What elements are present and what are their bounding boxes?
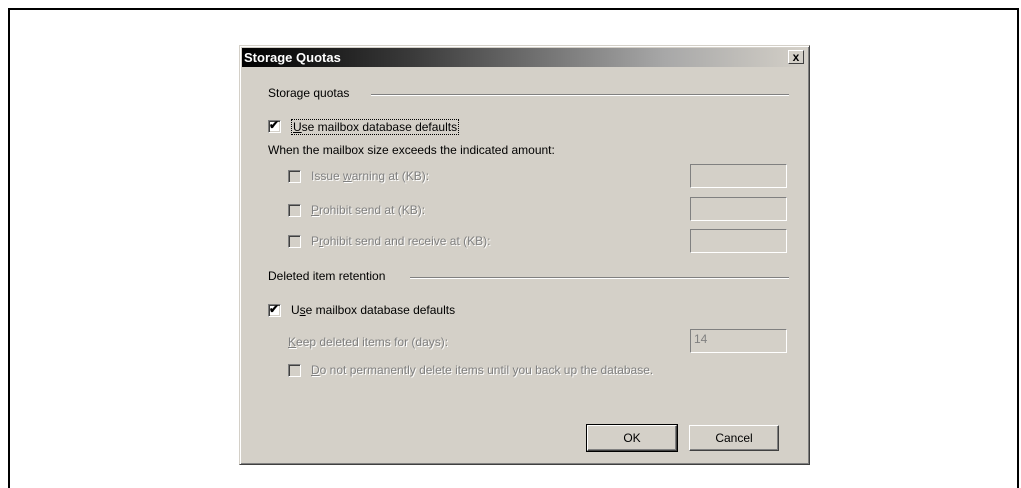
use-mailbox-defaults-label[interactable]: Use mailbox database defaults (291, 119, 460, 135)
check-icon: ✔ (269, 118, 280, 132)
section-divider (371, 94, 789, 96)
prohibit-send-label: Prohibit send at (KB): (311, 203, 426, 217)
dialog-title: Storage Quotas (244, 50, 341, 65)
prohibit-send-receive-field[interactable] (690, 229, 787, 253)
no-permanent-delete-checkbox[interactable] (288, 364, 301, 377)
keep-deleted-days-field[interactable]: 14 (690, 329, 787, 353)
close-button[interactable]: x (788, 50, 804, 64)
deleted-item-retention-section-label: Deleted item retention (268, 269, 386, 283)
exceeds-amount-label: When the mailbox size exceeds the indica… (268, 143, 555, 157)
close-icon: x (792, 50, 800, 64)
cancel-button[interactable]: Cancel (689, 425, 779, 451)
retention-use-defaults-checkbox[interactable]: ✔ (268, 302, 281, 317)
storage-quotas-section-label: Storage quotas (268, 86, 350, 100)
title-bar[interactable]: Storage Quotas x (242, 48, 807, 67)
storage-quotas-dialog: Storage Quotas x Storage quotas ✔ Use ma… (239, 45, 810, 465)
issue-warning-checkbox[interactable] (288, 170, 301, 183)
prohibit-send-checkbox[interactable] (288, 204, 301, 217)
keep-deleted-items-label: Keep deleted items for (days): (288, 335, 449, 349)
issue-warning-label: Issue warning at (KB): (311, 169, 430, 183)
use-mailbox-defaults-checkbox[interactable]: ✔ (268, 118, 281, 133)
ok-button[interactable]: OK (586, 424, 678, 452)
prohibit-send-receive-checkbox[interactable] (288, 235, 301, 248)
issue-warning-field[interactable] (690, 164, 787, 188)
prohibit-send-receive-label: Prohibit send and receive at (KB): (311, 234, 491, 248)
check-icon: ✔ (269, 302, 280, 316)
no-permanent-delete-label: Do not permanently delete items until yo… (311, 363, 654, 377)
section-divider (410, 277, 789, 279)
retention-use-defaults-label[interactable]: Use mailbox database defaults (291, 303, 455, 317)
prohibit-send-field[interactable] (690, 197, 787, 221)
